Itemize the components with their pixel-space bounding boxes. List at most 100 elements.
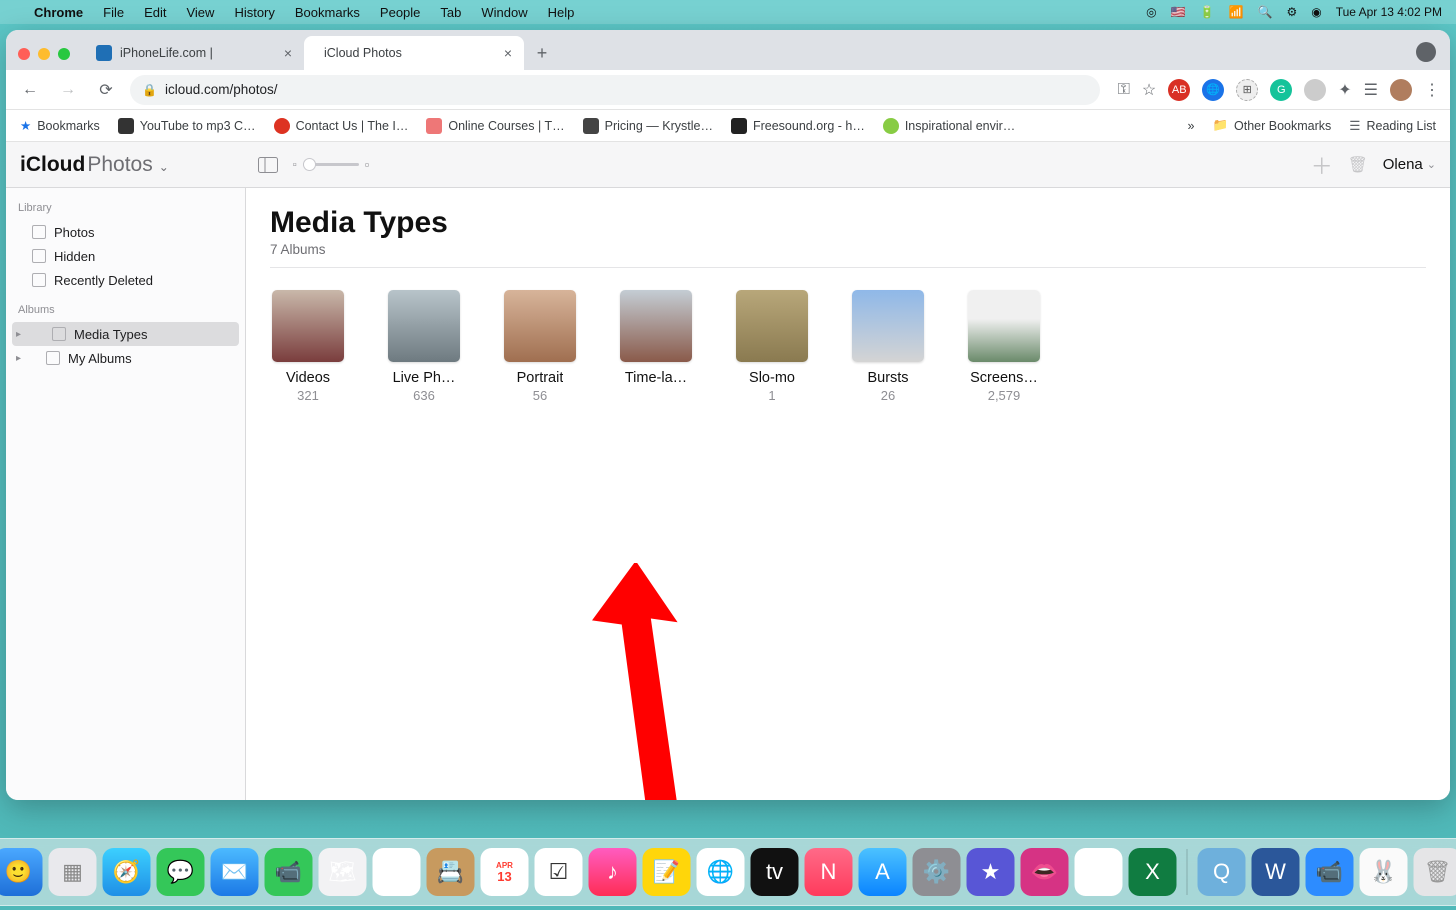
other-bookmarks[interactable]: 📁Other Bookmarks	[1212, 118, 1331, 133]
browser-tab-active[interactable]: iCloud Photos ×	[304, 36, 524, 70]
spotlight-icon[interactable]: 🔍	[1258, 5, 1273, 19]
reload-button[interactable]: ⟳	[92, 76, 120, 104]
album-bursts[interactable]: Bursts 26	[850, 290, 926, 403]
tab-close-icon[interactable]: ×	[504, 45, 512, 61]
news-icon[interactable]: N	[805, 848, 853, 896]
ext-icon[interactable]	[1304, 79, 1326, 101]
input-flag-icon[interactable]: 🇺🇸	[1171, 5, 1186, 19]
window-close-button[interactable]	[18, 48, 30, 60]
disclosure-triangle-icon[interactable]: ▸	[16, 353, 21, 364]
album-timelapse[interactable]: Time-la…	[618, 290, 694, 403]
excel-icon[interactable]: X	[1129, 848, 1177, 896]
icloud-brand[interactable]: iCloudPhotos⌄	[20, 153, 169, 177]
album-screenshots[interactable]: Screens… 2,579	[966, 290, 1042, 403]
trash-icon[interactable]: 🗑	[1414, 848, 1456, 896]
menu-file[interactable]: File	[103, 5, 124, 20]
album-live-photos[interactable]: Live Ph… 636	[386, 290, 462, 403]
delete-button[interactable]: 🗑	[1347, 154, 1369, 176]
ext-icon[interactable]: ⊞	[1236, 79, 1258, 101]
control-center-icon[interactable]: ⚙	[1286, 5, 1297, 19]
bookmark-item[interactable]: Inspirational envir…	[883, 118, 1015, 134]
menu-bookmarks[interactable]: Bookmarks	[295, 5, 360, 20]
menu-people[interactable]: People	[380, 5, 420, 20]
chrome-menu-icon[interactable]: ⋮	[1424, 80, 1440, 100]
settings-icon[interactable]: ⚙️	[913, 848, 961, 896]
back-button[interactable]: ←	[16, 76, 44, 104]
mail-icon[interactable]: ✉️	[211, 848, 259, 896]
reading-list-icon[interactable]: ☰	[1364, 80, 1378, 100]
zoom-slider[interactable]: ▫ ▫	[293, 157, 370, 172]
sidebar-item-media-types[interactable]: ▸Media Types	[12, 322, 239, 346]
status-icon[interactable]: ◎	[1146, 5, 1156, 19]
tab-close-icon[interactable]: ×	[284, 45, 292, 61]
quicktime-icon[interactable]: Q	[1198, 848, 1246, 896]
album-videos[interactable]: Videos 321	[270, 290, 346, 403]
notes-icon[interactable]: 📝	[643, 848, 691, 896]
menu-help[interactable]: Help	[548, 5, 575, 20]
app-icon[interactable]: 👄	[1021, 848, 1069, 896]
maps-icon[interactable]: 🗺	[319, 848, 367, 896]
menu-tab[interactable]: Tab	[440, 5, 461, 20]
sidebar-item-recently-deleted[interactable]: Recently Deleted	[6, 268, 245, 292]
album-slomo[interactable]: Slo-mo 1	[734, 290, 810, 403]
word-icon[interactable]: W	[1252, 848, 1300, 896]
new-tab-button[interactable]: +	[528, 39, 556, 67]
sidebar-item-my-albums[interactable]: ▸My Albums	[6, 346, 245, 370]
bookmark-item[interactable]: YouTube to mp3 C…	[118, 118, 256, 134]
forward-button[interactable]: →	[54, 76, 82, 104]
menubar-clock[interactable]: Tue Apr 13 4:02 PM	[1336, 5, 1442, 19]
zoom-icon[interactable]: 📹	[1306, 848, 1354, 896]
menubar-app-name[interactable]: Chrome	[34, 5, 83, 20]
wifi-icon[interactable]: 📶	[1229, 5, 1244, 19]
grammarly-ext-icon[interactable]: G	[1270, 79, 1292, 101]
user-menu[interactable]: Olena⌄	[1383, 156, 1436, 173]
chrome-icon[interactable]: 🌐	[697, 848, 745, 896]
siri-icon[interactable]: ◉	[1311, 5, 1321, 19]
sidebar-toggle-icon[interactable]	[257, 154, 279, 176]
reading-list-button[interactable]: ☰Reading List	[1349, 118, 1436, 133]
itunes-icon[interactable]: ★	[967, 848, 1015, 896]
menu-view[interactable]: View	[186, 5, 214, 20]
bookmarks-overflow[interactable]: »	[1187, 119, 1194, 133]
facetime-icon[interactable]: 📹	[265, 848, 313, 896]
sidebar-item-photos[interactable]: Photos	[6, 220, 245, 244]
reminders-icon[interactable]: ☑︎	[535, 848, 583, 896]
browser-tab[interactable]: iPhoneLife.com | ×	[84, 36, 304, 70]
translate-ext-icon[interactable]: 🌐	[1202, 79, 1224, 101]
calendar-icon[interactable]: APR13	[481, 848, 529, 896]
launchpad-icon[interactable]: ▦	[49, 848, 97, 896]
album-portrait[interactable]: Portrait 56	[502, 290, 578, 403]
appletv-icon[interactable]: tv	[751, 848, 799, 896]
window-zoom-button[interactable]	[58, 48, 70, 60]
zoom-in-icon: ▫	[365, 157, 370, 172]
app-icon[interactable]: 🐰	[1360, 848, 1408, 896]
profile-avatar[interactable]	[1390, 79, 1412, 101]
profile-indicator-icon[interactable]	[1416, 42, 1436, 62]
address-bar[interactable]: 🔒 icloud.com/photos/	[130, 75, 1100, 105]
bookmark-item[interactable]: Freesound.org - h…	[731, 118, 865, 134]
appstore-icon[interactable]: A	[859, 848, 907, 896]
bookmark-item[interactable]: Online Courses | T…	[426, 118, 564, 134]
menu-history[interactable]: History	[234, 5, 274, 20]
photos-icon[interactable]: 🏵	[373, 848, 421, 896]
slack-icon[interactable]: ＊	[1075, 848, 1123, 896]
upload-button[interactable]: ＋	[1311, 154, 1333, 176]
extensions-icon[interactable]: ✦	[1338, 80, 1351, 100]
menu-window[interactable]: Window	[481, 5, 527, 20]
key-icon[interactable]: ⚿	[1118, 81, 1130, 99]
finder-icon[interactable]: 🙂	[0, 848, 43, 896]
star-bookmark-icon[interactable]: ☆	[1142, 80, 1156, 100]
disclosure-triangle-icon[interactable]: ▸	[16, 329, 21, 340]
music-icon[interactable]: ♪	[589, 848, 637, 896]
sidebar-item-hidden[interactable]: Hidden	[6, 244, 245, 268]
bookmark-item[interactable]: Pricing — Krystle…	[583, 118, 713, 134]
safari-icon[interactable]: 🧭	[103, 848, 151, 896]
menu-edit[interactable]: Edit	[144, 5, 166, 20]
bookmarks-menu[interactable]: ★Bookmarks	[20, 118, 100, 133]
battery-icon[interactable]: 🔋	[1200, 5, 1215, 19]
bookmark-item[interactable]: Contact Us | The I…	[274, 118, 409, 134]
contacts-icon[interactable]: 📇	[427, 848, 475, 896]
window-minimize-button[interactable]	[38, 48, 50, 60]
messages-icon[interactable]: 💬	[157, 848, 205, 896]
adblock-ext-icon[interactable]: AB	[1168, 79, 1190, 101]
